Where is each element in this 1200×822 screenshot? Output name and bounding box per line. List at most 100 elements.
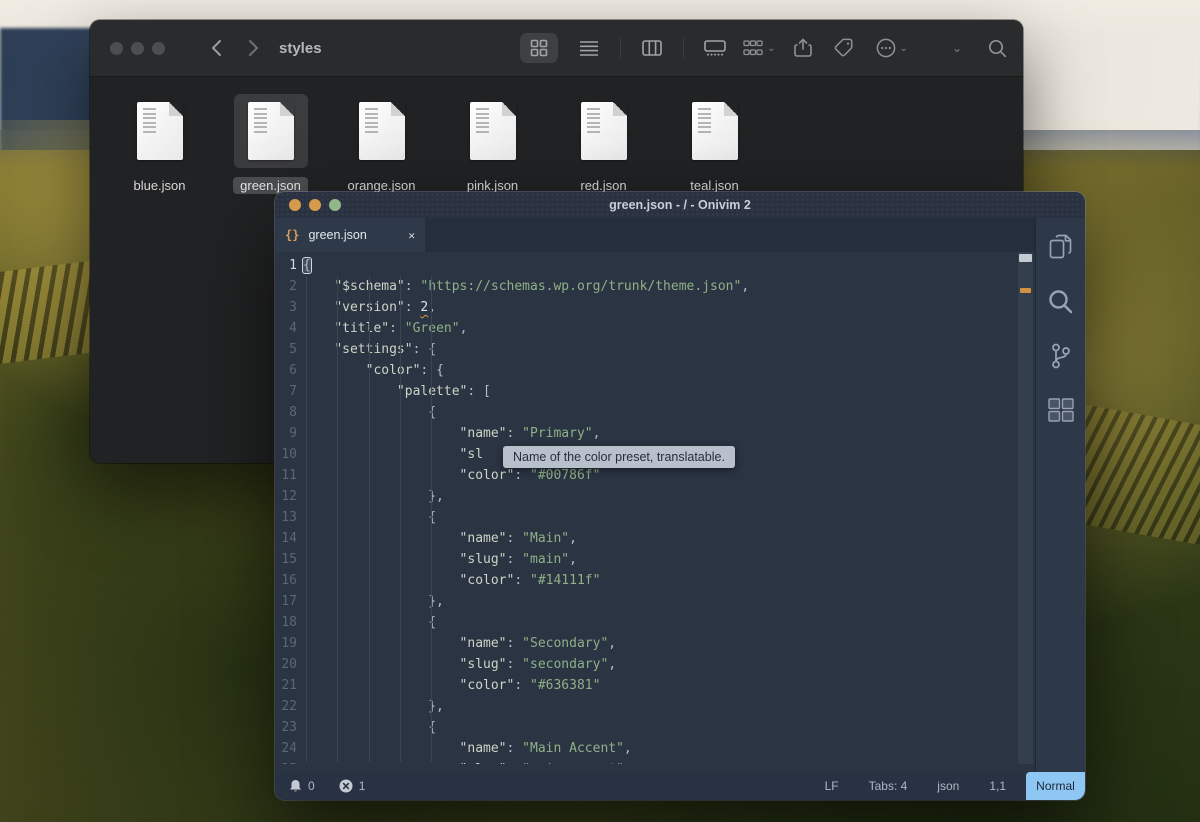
token-ws — [303, 447, 460, 462]
line-content: "$schema": "https://schemas.wp.org/trunk… — [303, 276, 749, 297]
search-icon[interactable] — [988, 39, 1007, 58]
token-ws — [303, 699, 428, 714]
token-key: "slug" — [460, 657, 507, 672]
file-item-pink[interactable]: pink.json — [437, 94, 548, 194]
finder-nav — [211, 39, 259, 57]
indent-guide — [337, 276, 338, 762]
notifications-indicator[interactable]: 0 — [289, 779, 315, 793]
code-editor[interactable]: 1{2 "$schema": "https://schemas.wp.org/t… — [275, 252, 1035, 764]
file-item-teal[interactable]: teal.json — [659, 94, 770, 194]
file-item-green[interactable]: green.json — [215, 94, 326, 194]
code-line-22[interactable]: 22 }, — [275, 696, 1035, 717]
share-button[interactable] — [794, 38, 812, 58]
close-button[interactable] — [110, 42, 123, 55]
token-ws — [303, 720, 428, 735]
token-punc: , — [608, 657, 616, 672]
code-line-1[interactable]: 1{ — [275, 255, 1035, 276]
chevron-down-icon: ⌄ — [767, 43, 775, 54]
token-str: "Main" — [522, 531, 569, 546]
token-str: "#00786f" — [530, 468, 600, 483]
line-content: "name": "Main", — [303, 528, 577, 549]
scrollbar-thumb[interactable] — [1019, 254, 1032, 262]
line-number: 24 — [275, 738, 297, 759]
code-line-17[interactable]: 17 }, — [275, 591, 1035, 612]
line-number: 4 — [275, 318, 297, 339]
code-line-3[interactable]: 3 "version": 2, — [275, 297, 1035, 318]
token-key: "slug" — [460, 552, 507, 567]
more-actions-button[interactable]: ⌄ — [876, 38, 908, 58]
code-line-24[interactable]: 24 "name": "Main Accent", — [275, 738, 1035, 759]
forward-chevron-icon[interactable] — [248, 39, 259, 57]
group-by-button[interactable]: ⌄ — [743, 40, 775, 56]
minimize-button[interactable] — [131, 42, 144, 55]
file-item-blue[interactable]: blue.json — [104, 94, 215, 194]
grid-view-button[interactable] — [520, 33, 558, 63]
code-line-12[interactable]: 12 }, — [275, 486, 1035, 507]
token-punc: : — [507, 741, 523, 756]
line-number: 15 — [275, 549, 297, 570]
code-line-11[interactable]: 11 "color": "#00786f" — [275, 465, 1035, 486]
chevron-down-icon[interactable]: ⌄ — [952, 41, 962, 55]
toolbar-divider — [683, 37, 684, 59]
notification-count: 0 — [308, 779, 315, 793]
filetype-indicator[interactable]: json — [937, 779, 959, 793]
gallery-view-button[interactable] — [696, 33, 734, 63]
token-ws — [303, 510, 428, 525]
token-punc: : — [507, 636, 523, 651]
editor-scrollbar[interactable] — [1018, 252, 1033, 764]
tab-close-icon[interactable]: ✕ — [408, 229, 415, 242]
line-number: 6 — [275, 360, 297, 381]
bell-icon — [289, 779, 302, 793]
code-line-8[interactable]: 8 { — [275, 402, 1035, 423]
vim-mode-badge[interactable]: Normal — [1026, 772, 1085, 800]
cursor-position-indicator[interactable]: 1,1 — [989, 779, 1006, 793]
code-line-19[interactable]: 19 "name": "Secondary", — [275, 633, 1035, 654]
line-ending-indicator[interactable]: LF — [825, 779, 839, 793]
code-line-9[interactable]: 9 "name": "Primary", — [275, 423, 1035, 444]
token-key: "name" — [460, 636, 507, 651]
code-line-15[interactable]: 15 "slug": "main", — [275, 549, 1035, 570]
copy-pages-icon[interactable] — [1049, 234, 1073, 260]
line-number: 18 — [275, 612, 297, 633]
code-line-16[interactable]: 16 "color": "#14111f" — [275, 570, 1035, 591]
code-line-5[interactable]: 5 "settings": { — [275, 339, 1035, 360]
code-line-7[interactable]: 7 "palette": [ — [275, 381, 1035, 402]
code-lines: 1{2 "$schema": "https://schemas.wp.org/t… — [275, 252, 1035, 764]
token-ws — [303, 615, 428, 630]
code-line-13[interactable]: 13 { — [275, 507, 1035, 528]
zoom-button[interactable] — [152, 42, 165, 55]
code-line-14[interactable]: 14 "name": "Main", — [275, 528, 1035, 549]
code-line-4[interactable]: 4 "title": "Green", — [275, 318, 1035, 339]
column-view-button[interactable] — [633, 33, 671, 63]
line-number: 11 — [275, 465, 297, 486]
back-chevron-icon[interactable] — [211, 39, 222, 57]
code-line-6[interactable]: 6 "color": { — [275, 360, 1035, 381]
token-ws — [303, 531, 460, 546]
tag-button[interactable] — [834, 38, 854, 58]
finder-traffic-lights — [110, 42, 165, 55]
code-line-23[interactable]: 23 { — [275, 717, 1035, 738]
tab-size-indicator[interactable]: Tabs: 4 — [869, 779, 908, 793]
code-line-25[interactable]: 25 "slug": "main-accent", — [275, 759, 1035, 764]
tab-bar: {} green.json ✕ — [275, 218, 1035, 252]
line-content: "name": "Main Accent", — [303, 738, 632, 759]
extensions-icon[interactable] — [1048, 398, 1074, 422]
list-view-button[interactable] — [570, 33, 608, 63]
file-item-red[interactable]: red.json — [548, 94, 659, 194]
more-ellipsis-icon — [876, 38, 896, 58]
file-item-orange[interactable]: orange.json — [326, 94, 437, 194]
code-line-18[interactable]: 18 { — [275, 612, 1035, 633]
json-braces-icon: {} — [285, 228, 299, 242]
json-file-icon — [248, 102, 294, 160]
code-line-20[interactable]: 20 "slug": "secondary", — [275, 654, 1035, 675]
code-line-2[interactable]: 2 "$schema": "https://schemas.wp.org/tru… — [275, 276, 1035, 297]
code-line-21[interactable]: 21 "color": "#636381" — [275, 675, 1035, 696]
tab-green-json[interactable]: {} green.json ✕ — [275, 218, 425, 252]
token-key: "title" — [334, 321, 389, 336]
git-branch-icon[interactable] — [1050, 343, 1072, 369]
token-ws — [303, 741, 460, 756]
token-key: "color" — [460, 678, 515, 693]
search-icon[interactable] — [1048, 289, 1073, 314]
errors-indicator[interactable]: 1 — [339, 779, 366, 793]
token-punc: : [ — [467, 384, 490, 399]
